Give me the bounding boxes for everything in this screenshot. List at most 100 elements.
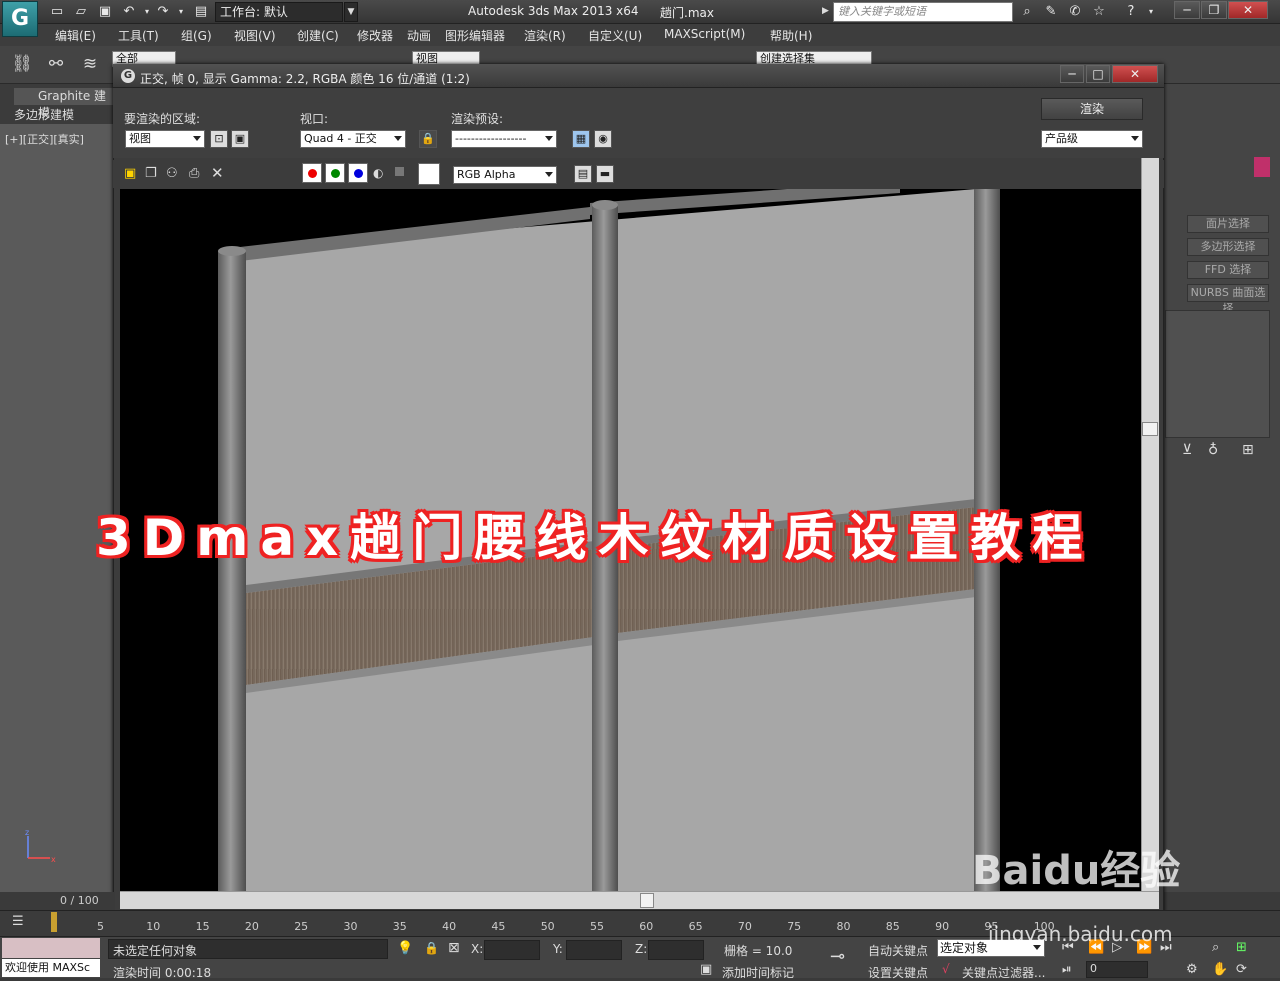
undo-icon[interactable]: ↶ bbox=[120, 3, 138, 21]
render-window-close-icon[interactable]: ✕ bbox=[1112, 65, 1158, 83]
auto-key-button[interactable]: 自动关键点 bbox=[868, 942, 928, 959]
viewport-label[interactable]: [+][正交][真实] bbox=[5, 131, 84, 147]
menu-tools[interactable]: 工具(T) bbox=[118, 27, 159, 44]
key-filters-button[interactable]: 关键点过滤器... bbox=[962, 964, 1045, 981]
restore-window-icon[interactable]: ❐ bbox=[1201, 1, 1227, 19]
search-input[interactable]: 键入关键字或短语 bbox=[833, 2, 1013, 22]
project-folder-icon[interactable]: ▤ bbox=[192, 3, 210, 21]
menu-views[interactable]: 视图(V) bbox=[234, 27, 276, 44]
render-button[interactable]: 渲染 bbox=[1041, 98, 1143, 120]
toggle-ui-icon[interactable]: ▬ bbox=[596, 165, 614, 183]
absolute-mode-icon[interactable]: ⊠ bbox=[448, 940, 460, 956]
new-file-icon[interactable]: ▭ bbox=[48, 3, 66, 21]
ribbon-tab-graphite[interactable]: Graphite 建模 bbox=[14, 88, 116, 120]
menu-group[interactable]: 组(G) bbox=[181, 27, 212, 44]
y-coord-field[interactable] bbox=[566, 940, 622, 960]
minimize-window-icon[interactable]: ─ bbox=[1174, 1, 1200, 19]
modifier-patch-select-button[interactable]: 面片选择 bbox=[1187, 215, 1269, 233]
unlink-icon[interactable]: ⚯ bbox=[42, 50, 70, 78]
menu-maxscript[interactable]: MAXScript(M) bbox=[664, 27, 745, 41]
menu-animation[interactable]: 动画 bbox=[407, 27, 431, 44]
time-marker[interactable] bbox=[51, 912, 57, 932]
redo-dropdown-icon[interactable]: ▾ bbox=[172, 3, 190, 21]
orbit-icon[interactable]: ⟳ bbox=[1236, 962, 1247, 977]
menu-edit[interactable]: 编辑(E) bbox=[55, 27, 96, 44]
menu-help[interactable]: 帮助(H) bbox=[770, 27, 812, 44]
maxscript-listener-mini[interactable] bbox=[2, 938, 100, 958]
render-setup-icon[interactable]: ▦ bbox=[572, 130, 590, 148]
clone-window-icon[interactable]: ❐ bbox=[145, 166, 157, 181]
communication-icon[interactable]: ✆ bbox=[1066, 3, 1084, 21]
add-time-tag[interactable]: 添加时间标记 bbox=[722, 964, 794, 981]
mini-curve-editor-icon[interactable]: ☰ bbox=[12, 914, 24, 929]
save-image-icon[interactable]: ▣ bbox=[124, 166, 136, 181]
maxscript-welcome-field[interactable]: 欢迎使用 MAXSc bbox=[2, 959, 100, 977]
time-slider[interactable]: 0 / 100 bbox=[0, 892, 115, 910]
select-and-link-icon[interactable]: ⛓ bbox=[8, 50, 36, 78]
set-key-button[interactable]: 设置关键点 bbox=[868, 964, 928, 981]
viewport-select-dropdown[interactable]: Quad 4 - 正交 bbox=[300, 130, 406, 148]
environment-effects-icon[interactable]: ◉ bbox=[594, 130, 612, 148]
edit-region-icon[interactable]: ⊡ bbox=[210, 130, 228, 148]
add-time-tag-icon[interactable]: ▣ bbox=[700, 962, 712, 977]
menu-customize[interactable]: 自定义(U) bbox=[588, 27, 642, 44]
open-file-icon[interactable]: ▱ bbox=[72, 3, 90, 21]
favorites-star-icon[interactable]: ☆ bbox=[1090, 3, 1108, 21]
render-window-minimize-icon[interactable]: ─ bbox=[1060, 65, 1084, 83]
menu-modifiers[interactable]: 修改器 bbox=[357, 27, 393, 44]
z-coord-field[interactable] bbox=[648, 940, 704, 960]
render-vertical-scrollbar[interactable] bbox=[1141, 158, 1159, 891]
redo-icon[interactable]: ↷ bbox=[154, 3, 172, 21]
vertical-scroll-thumb[interactable] bbox=[1142, 422, 1158, 436]
time-config-icon[interactable]: ⚙ bbox=[1186, 962, 1198, 977]
pan-view-icon[interactable]: ✋ bbox=[1212, 962, 1228, 977]
toggle-ui-overlay-icon[interactable]: ▤ bbox=[574, 165, 592, 183]
channel-tracking-icon[interactable]: ⚇ bbox=[166, 166, 178, 181]
key-tangent-icon[interactable]: √ bbox=[942, 962, 950, 976]
zoom-extents-all-icon[interactable]: ⊞ bbox=[1236, 940, 1247, 955]
render-window-maximize-icon[interactable]: □ bbox=[1086, 65, 1110, 83]
binoculars-icon[interactable]: ⌕ bbox=[1018, 3, 1036, 21]
bind-space-warp-icon[interactable]: ≋ bbox=[76, 50, 104, 78]
search-expand-icon[interactable]: ▶ bbox=[822, 6, 829, 16]
current-frame-field[interactable]: 0 bbox=[1086, 961, 1148, 978]
modifier-ffd-select-button[interactable]: FFD 选择 bbox=[1187, 261, 1269, 279]
swatch-color-box[interactable] bbox=[418, 163, 440, 185]
save-icon[interactable]: ▣ bbox=[96, 3, 114, 21]
menu-graph-editors[interactable]: 图形编辑器 bbox=[445, 27, 505, 44]
help-dropdown-icon[interactable]: ▾ bbox=[1142, 3, 1160, 21]
menu-rendering[interactable]: 渲染(R) bbox=[524, 27, 566, 44]
zoom-icon[interactable]: ⌕ bbox=[1212, 940, 1219, 955]
selection-lock-icon[interactable]: 🔒 bbox=[424, 941, 439, 955]
workspace-dropdown[interactable]: 工作台: 默认 bbox=[215, 2, 343, 22]
menu-create[interactable]: 创建(C) bbox=[297, 27, 339, 44]
object-color-swatch[interactable] bbox=[1254, 157, 1270, 177]
pin-stack-icon[interactable]: ⊻ bbox=[1182, 442, 1192, 458]
monochrome-icon[interactable] bbox=[395, 167, 404, 176]
set-key-icon[interactable]: ⊸ bbox=[830, 946, 845, 967]
modifier-nurbs-select-button[interactable]: NURBS 曲面选择 bbox=[1187, 284, 1269, 315]
alpha-channel-icon[interactable]: ◐ bbox=[373, 166, 383, 180]
horizontal-scroll-thumb[interactable] bbox=[640, 893, 654, 908]
lock-viewport-icon[interactable]: 🔒 bbox=[419, 130, 437, 148]
clear-image-icon[interactable]: ✕ bbox=[211, 164, 224, 182]
blue-channel-toggle[interactable] bbox=[348, 163, 368, 183]
green-channel-toggle[interactable] bbox=[325, 163, 345, 183]
x-coord-field[interactable] bbox=[484, 940, 540, 960]
configure-modifier-sets-icon[interactable]: ⊞ bbox=[1242, 442, 1254, 458]
app-logo-icon[interactable]: G bbox=[2, 1, 38, 37]
close-window-icon[interactable]: ✕ bbox=[1228, 1, 1268, 19]
red-channel-toggle[interactable] bbox=[302, 163, 322, 183]
render-quality-dropdown[interactable]: 产品级 bbox=[1041, 130, 1143, 148]
show-end-result-icon[interactable]: ♁ bbox=[1208, 442, 1218, 458]
key-mode-icon[interactable]: ⏯ bbox=[1062, 962, 1072, 977]
help-icon[interactable]: ? bbox=[1122, 3, 1140, 21]
auto-region-icon[interactable]: ▣ bbox=[231, 130, 249, 148]
modifier-stack-list[interactable] bbox=[1165, 310, 1270, 438]
isolate-selection-icon[interactable]: 💡 bbox=[397, 941, 413, 956]
render-preset-dropdown[interactable]: ------------------ bbox=[451, 130, 557, 148]
subscription-icon[interactable]: ✎ bbox=[1042, 3, 1060, 21]
ribbon-subtab-polygon[interactable]: 多边形建模 bbox=[14, 106, 84, 122]
print-image-icon[interactable]: ⎙ bbox=[189, 166, 199, 181]
display-channel-dropdown[interactable]: RGB Alpha bbox=[453, 166, 557, 184]
